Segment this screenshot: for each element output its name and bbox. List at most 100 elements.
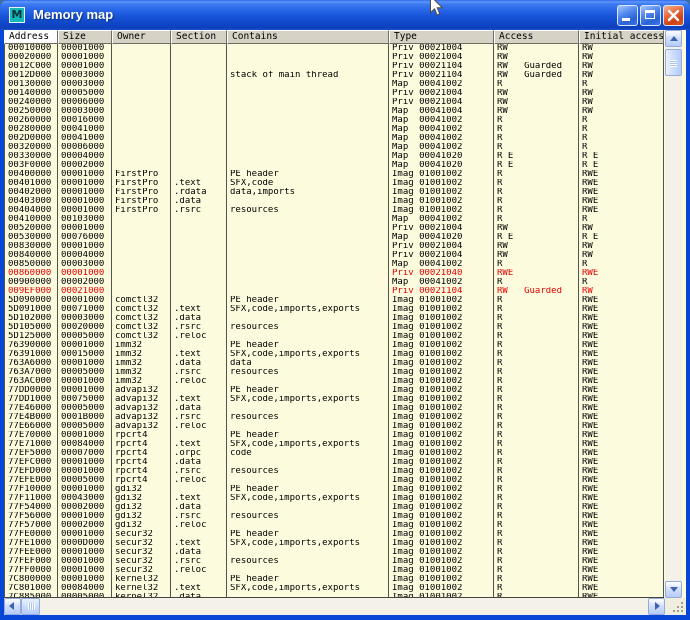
minimize-button[interactable] [617,5,638,26]
table-row[interactable]: 77DD100000075000advapi32.textSFX,code,im… [4,395,664,404]
cell-size: 00003000 [58,260,112,269]
cell-initial-access: RW [579,71,664,80]
cell-size: 00005000 [58,476,112,485]
horizontal-scrollbar[interactable] [4,598,665,615]
table-row[interactable]: 5D12500000005000comctl32.relocImag 01001… [4,332,664,341]
table-row[interactable]: 763A700000005000imm32.rsrcresourcesImag … [4,368,664,377]
vertical-scroll-thumb[interactable] [665,49,682,76]
table-row[interactable]: 0024000000006000Priv 00021004RWRW [4,98,664,107]
close-button[interactable] [663,5,684,26]
table-row[interactable]: 763AC00000001000imm32.relocImag 01001002… [4,377,664,386]
table-row[interactable]: 0053000000076000Map 00041020R ER E [4,233,664,242]
table-row[interactable]: 77EF500000007000rpcrt4.orpccodeImag 0100… [4,449,664,458]
table-row[interactable]: 0026000000016000Map 00041002RR [4,116,664,125]
table-row[interactable]: 5D09100000071000comctl32.textSFX,code,im… [4,305,664,314]
table-row[interactable]: 77E4B0000001B000advapi32.rsrcresourcesIm… [4,413,664,422]
column-header-initial-access[interactable]: Initial access [579,30,664,44]
cell-size: 00007000 [58,449,112,458]
table-row[interactable]: 0083000000001000Priv 00021004RWRW [4,242,664,251]
table-row[interactable]: 0002000000001000Priv 00021004RWRW [4,53,664,62]
table-row[interactable]: 0032000000006000Map 00041002RR [4,143,664,152]
column-header-size[interactable]: Size [58,30,112,44]
table-row[interactable]: 0012C00000001000Priv 00021104RW GuardedR… [4,62,664,71]
table-row[interactable]: 0086000000001000Priv 00021040RWERWE [4,269,664,278]
table-row[interactable]: 0041000000103000Map 00041002RR [4,215,664,224]
table-row[interactable]: 5D10500000020000comctl32.rsrcresourcesIm… [4,323,664,332]
column-header-address[interactable]: Address [4,30,58,44]
table-row[interactable]: 0012D00000003000stack of main threadPriv… [4,71,664,80]
table-row[interactable]: 7639100000015000imm32.textSFX,code,impor… [4,350,664,359]
table-row[interactable]: 0052000000001000Priv 00021004RWRW [4,224,664,233]
cell-address: 77E66000 [4,422,58,431]
table-row[interactable]: 77FEE00000001000secur32.dataImag 0100100… [4,548,664,557]
table-row[interactable]: 77DD000000001000advapi32PE headerImag 01… [4,386,664,395]
column-header-type[interactable]: Type [389,30,494,44]
vertical-scrollbar[interactable] [665,30,682,598]
table-row[interactable]: 77F1100000043000gdi32.textSFX,code,impor… [4,494,664,503]
cell-section [171,233,227,242]
table-row[interactable]: 0040300000001000FirstPro.dataImag 010010… [4,197,664,206]
app-icon[interactable]: M [9,7,25,23]
scroll-right-button[interactable] [648,598,665,615]
table-row[interactable]: 0040100000001000FirstPro.textSFX,codeIma… [4,179,664,188]
table-row[interactable]: 77F5600000001000gdi32.rsrcresourcesImag … [4,512,664,521]
table-row[interactable]: 77F5700000002000gdi32.relocImag 01001002… [4,521,664,530]
scroll-left-button[interactable] [4,598,21,615]
cell-section: .text [171,350,227,359]
cell-owner: FirstPro [112,197,171,206]
app-icon-letter: M [12,8,23,21]
titlebar[interactable]: M Memory map [0,0,690,30]
table-row[interactable]: 7639000000001000imm32PE headerImag 01001… [4,341,664,350]
scroll-down-button[interactable] [665,581,682,598]
cell-initial-access: R E [579,161,664,170]
table-row[interactable]: 77FE10000000D000secur32.textSFX,code,imp… [4,539,664,548]
column-header-access[interactable]: Access [494,30,579,44]
table-row[interactable]: 77EFD00000001000rpcrt4.rsrcresourcesImag… [4,467,664,476]
table-row[interactable]: 0025000000003000Map 00041004RWRW [4,107,664,116]
table-row[interactable]: 77E4600000005000advapi32.dataImag 010010… [4,404,664,413]
scroll-up-button[interactable] [665,30,682,47]
column-header-section[interactable]: Section [171,30,227,44]
table-row[interactable]: 002D000000041000Map 00041002RR [4,134,664,143]
table-row[interactable]: 0040000000001000FirstProPE headerImag 01… [4,170,664,179]
table-row[interactable]: 763A600000001000imm32.datadataImag 01001… [4,359,664,368]
table-row[interactable]: 5D10200000003000comctl32.dataImag 010010… [4,314,664,323]
table-row[interactable]: 77E7000000001000rpcrt4PE headerImag 0100… [4,431,664,440]
table-row[interactable]: 77E7100000084000rpcrt4.textSFX,code,impo… [4,440,664,449]
table-row[interactable]: 77EFC00000001000rpcrt4.dataImag 01001002… [4,458,664,467]
table-row[interactable]: 5D09000000001000comctl32PE headerImag 01… [4,296,664,305]
cell-owner [112,89,171,98]
horizontal-scroll-thumb[interactable] [21,598,40,615]
table-row[interactable]: 7C80000000001000kernel32PE headerImag 01… [4,575,664,584]
table-row[interactable]: 77F1000000001000gdi32PE headerImag 01001… [4,485,664,494]
table-row[interactable]: 0001000000001000Priv 00021004RWRW [4,44,664,53]
cell-initial-access: R [579,143,664,152]
resize-grip[interactable] [665,598,686,615]
cell-owner: secur32 [112,530,171,539]
table-row[interactable]: 0084000000004000Priv 00021004RWRW [4,251,664,260]
table-row[interactable]: 77F5400000002000gdi32.dataImag 01001002R… [4,503,664,512]
cell-contains [227,53,389,62]
table-row[interactable]: 77FE000000001000secur32PE headerImag 010… [4,530,664,539]
table-row[interactable]: 0090000000002000Map 00041002RR [4,278,664,287]
table-row[interactable]: 0085000000003000Map 00041002RR [4,260,664,269]
table-row[interactable]: 009EF00000021000Priv 00021104RW GuardedR… [4,287,664,296]
column-header-contains[interactable]: Contains [227,30,389,44]
table-row[interactable]: 0040200000001000FirstPro.rdatadata,impor… [4,188,664,197]
cell-size: 00003000 [58,314,112,323]
table-row[interactable]: 77EFE00000005000rpcrt4.relocImag 0100100… [4,476,664,485]
column-header-owner[interactable]: Owner [112,30,171,44]
maximize-button[interactable] [640,5,661,26]
table-row[interactable]: 0013000000003000Map 00041002RR [4,80,664,89]
cell-initial-access: RWE [579,323,664,332]
table-row[interactable]: 0014000000005000Priv 00021004RWRW [4,89,664,98]
table-row[interactable]: 0040400000001000FirstPro.rsrcresourcesIm… [4,206,664,215]
table-row[interactable]: 0033000000004000Map 00041020R ER E [4,152,664,161]
table-row[interactable]: 77E6600000005000advapi32.relocImag 01001… [4,422,664,431]
table-row[interactable]: 77FF000000001000secur32.relocImag 010010… [4,566,664,575]
table-row[interactable]: 0028000000041000Map 00041002RR [4,125,664,134]
table-row[interactable]: 7C80100000084000kernel32.textSFX,code,im… [4,584,664,593]
table-row[interactable]: 77FEF00000001000secur32.rsrcresourcesIma… [4,557,664,566]
table-row[interactable]: 003F000000002000Map 00041020R ER E [4,161,664,170]
cell-type: Imag 01001002 [389,350,494,359]
